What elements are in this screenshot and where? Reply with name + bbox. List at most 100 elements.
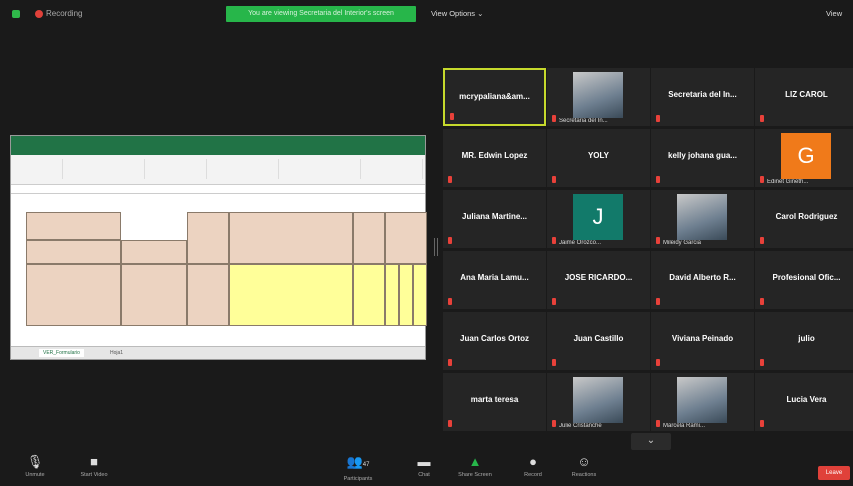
share-screen-button[interactable]: ▲ Share Screen <box>455 454 495 478</box>
participant-name: Viviana Peinado <box>671 334 734 343</box>
share-screen-icon: ▲ <box>468 454 482 469</box>
participant-tile[interactable]: Juan Carlos Ortoz <box>443 312 546 370</box>
participant-tile[interactable]: Mileidy Garcia <box>651 190 754 248</box>
reactions-icon: ☺ <box>577 454 591 469</box>
participant-tile[interactable]: Secretaria del In... <box>547 68 650 126</box>
participant-name: MR. Edwin Lopez <box>461 151 528 160</box>
excel-grid <box>11 194 427 348</box>
participant-name: Juliana Martine... <box>462 212 527 221</box>
recording-label: Recording <box>46 9 83 18</box>
sheet-tab[interactable]: Hoja1 <box>106 349 127 357</box>
participant-name: mcrypaliana&am... <box>459 92 530 101</box>
unmute-button[interactable]: 🎙 Unmute <box>20 454 50 478</box>
leave-button[interactable]: Leave <box>818 466 850 480</box>
grid-cell <box>26 240 121 264</box>
participant-tile[interactable]: Julie Cristanche <box>547 373 650 431</box>
participant-name: marta teresa <box>470 395 519 404</box>
mic-muted-icon <box>448 237 452 244</box>
view-layout-button[interactable]: View <box>826 9 842 18</box>
participant-name: LIZ CAROL <box>785 90 828 99</box>
grid-cell <box>187 212 229 264</box>
participant-tile[interactable]: marta teresa <box>443 373 546 431</box>
record-icon: ● <box>529 454 537 469</box>
mic-muted-icon <box>760 420 764 427</box>
mic-muted-icon <box>656 237 660 244</box>
participant-name: Profesional Ofic... <box>772 273 841 282</box>
mic-muted-icon: 🎙 <box>26 454 44 469</box>
participant-tile[interactable]: Lucia Vera <box>755 373 853 431</box>
excel-formula-bar <box>11 185 425 194</box>
participant-tile[interactable]: Marcela Rami... <box>651 373 754 431</box>
grid-cell <box>26 212 121 240</box>
participant-caption: Julie Cristanche <box>559 423 602 429</box>
participant-tile[interactable]: YOLY <box>547 129 650 187</box>
participant-tile[interactable]: Carol Rodriguez <box>755 190 853 248</box>
mic-muted-icon <box>760 176 764 183</box>
shared-screen: VER_Formulario Hoja1 <box>10 135 427 360</box>
mic-muted-icon <box>656 298 660 305</box>
participant-tile[interactable]: Secretaria del In... <box>651 68 754 126</box>
participant-tile[interactable]: Juliana Martine... <box>443 190 546 248</box>
recording-icon <box>35 10 43 18</box>
chat-button[interactable]: ▬ Chat <box>412 454 436 478</box>
avatar-photo <box>573 377 623 423</box>
view-options-button[interactable]: View Options ⌄ <box>431 9 483 18</box>
participant-tile[interactable]: Profesional Ofic... <box>755 251 853 309</box>
participant-name: kelly johana gua... <box>668 151 737 160</box>
participant-tile[interactable]: julio <box>755 312 853 370</box>
participant-tile[interactable]: LIZ CAROL <box>755 68 853 126</box>
grid-cell <box>385 212 427 264</box>
reactions-button[interactable]: ☺ Reactions <box>566 454 602 478</box>
mic-muted-icon <box>552 359 556 366</box>
sheet-tab[interactable]: VER_Formulario <box>39 349 84 357</box>
record-button[interactable]: ● Record <box>518 454 548 478</box>
grid-cell <box>229 264 353 326</box>
participant-tile[interactable]: MR. Edwin Lopez <box>443 129 546 187</box>
participant-tile[interactable]: JOSE RICARDO... <box>547 251 650 309</box>
participant-tile[interactable]: J Jaime Orozco... <box>547 190 650 248</box>
grid-cell <box>353 264 385 326</box>
participant-name: YOLY <box>587 151 610 160</box>
participant-caption: Secretaria del In... <box>559 118 608 124</box>
mic-muted-icon <box>552 176 556 183</box>
participant-tile[interactable]: David Alberto R... <box>651 251 754 309</box>
participant-name: Juan Carlos Ortoz <box>460 334 529 343</box>
gallery-more-chevron-icon[interactable]: ⌄ <box>631 433 671 450</box>
meeting-toolbar: 🎙 Unmute ■ Start Video 👥47 Participants … <box>0 450 853 486</box>
mic-muted-icon <box>760 359 764 366</box>
excel-title-bar <box>11 136 425 146</box>
mic-muted-icon <box>552 420 556 427</box>
participants-button[interactable]: 👥47 Participants <box>336 454 380 482</box>
participant-tile[interactable]: Juan Castillo <box>547 312 650 370</box>
mic-muted-icon <box>448 420 452 427</box>
top-bar: Recording You are viewing Secretaria del… <box>0 0 853 30</box>
participant-name: David Alberto R... <box>669 273 736 282</box>
participant-name: Juan Castillo <box>573 334 624 343</box>
zoom-meeting-window: Recording You are viewing Secretaria del… <box>0 0 853 486</box>
start-video-button[interactable]: ■ Start Video <box>74 454 114 478</box>
excel-ribbon <box>11 155 425 185</box>
chat-icon: ▬ <box>417 454 431 469</box>
participants-icon: 👥47 <box>346 454 370 469</box>
participant-name: Carol Rodriguez <box>775 212 838 221</box>
encryption-shield-icon[interactable] <box>12 10 20 18</box>
participant-tile[interactable]: Ana Maria Lamu... <box>443 251 546 309</box>
mic-muted-icon <box>448 359 452 366</box>
participant-caption: Edinet Gineth... <box>767 179 809 185</box>
participant-tile[interactable]: kelly johana gua... <box>651 129 754 187</box>
participant-name: Secretaria del In... <box>668 90 737 99</box>
grid-cell <box>26 264 121 326</box>
grid-cell <box>121 264 187 326</box>
grid-cell <box>385 264 399 326</box>
grid-cell <box>399 264 413 326</box>
participant-tile[interactable]: G Edinet Gineth... <box>755 129 853 187</box>
mic-muted-icon <box>656 420 660 427</box>
layout-splitter-handle[interactable] <box>434 238 438 256</box>
mic-muted-icon <box>552 115 556 122</box>
participant-caption: Jaime Orozco... <box>559 240 602 246</box>
avatar-photo <box>573 72 623 118</box>
participant-tile[interactable]: mcrypaliana&am... <box>443 68 546 126</box>
mic-muted-icon <box>448 176 452 183</box>
mic-muted-icon <box>552 237 556 244</box>
participant-tile[interactable]: Viviana Peinado <box>651 312 754 370</box>
